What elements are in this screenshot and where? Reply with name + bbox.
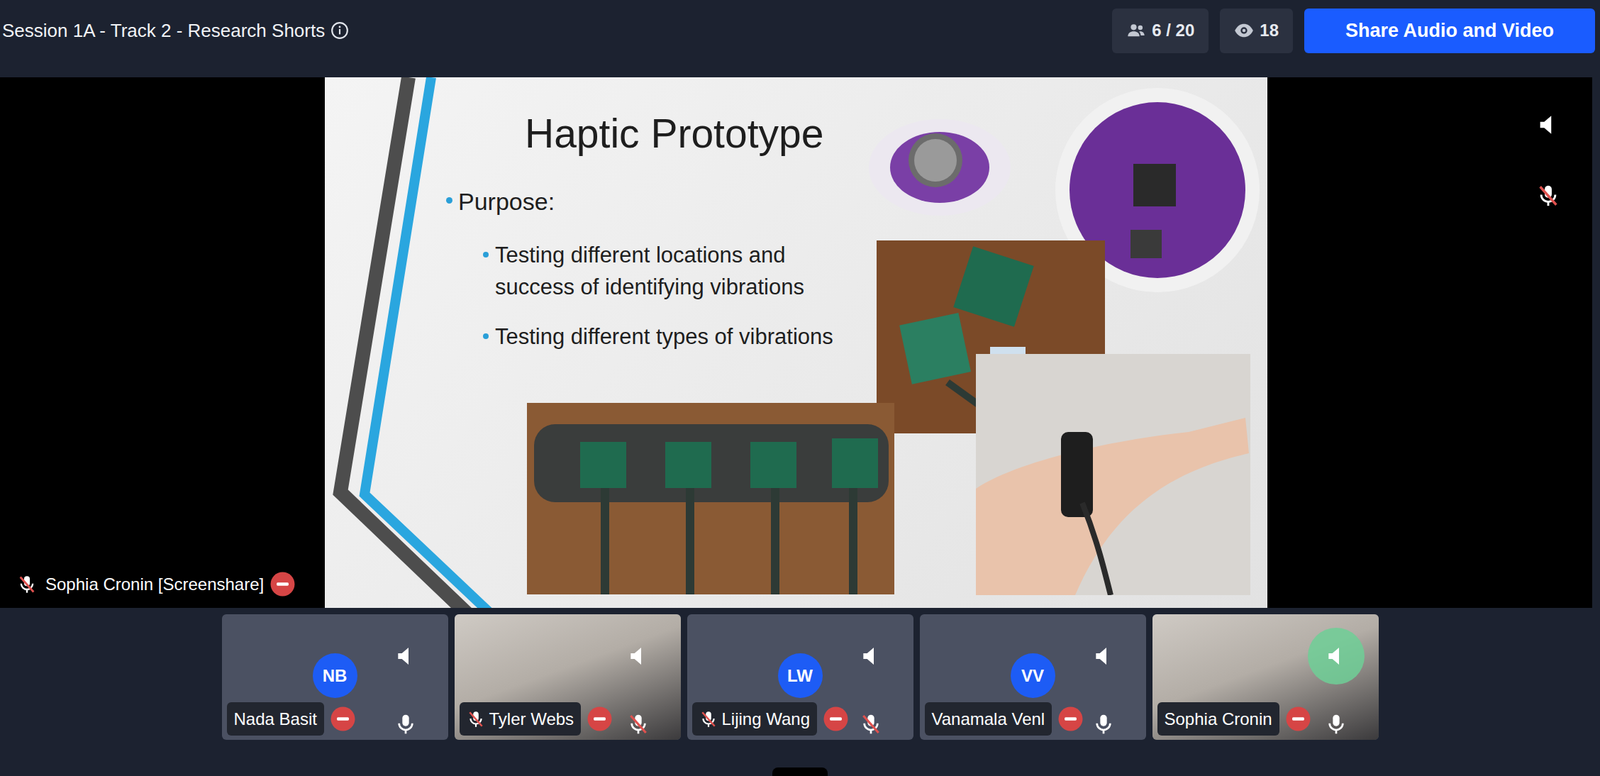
stage: Haptic Prototype Purpose: Testing differen… [0, 77, 1593, 608]
slide-bullet-list: Testing different locations and success … [482, 239, 1268, 353]
speaking-indicator [1075, 627, 1132, 685]
band-photo [526, 402, 895, 595]
name-label: Nada Basit [226, 702, 357, 736]
presenter-label: Sophia Cronin [Screenshare] [17, 570, 296, 598]
shared-slide: Haptic Prototype Purpose: Testing differen… [324, 77, 1268, 608]
strip-toggle[interactable] [772, 767, 828, 776]
mic-muted-icon [466, 709, 486, 729]
mic-muted-icon[interactable] [626, 712, 650, 736]
bullet-dot [482, 251, 489, 258]
slide-heading-text: Purpose: [458, 187, 555, 217]
name-label: Lijing Wang [692, 702, 850, 736]
mic-icon[interactable] [394, 712, 418, 736]
participant-tile[interactable]: LW Lijing Wang [687, 614, 914, 740]
info-icon[interactable] [330, 21, 349, 40]
remove-icon[interactable] [1285, 705, 1312, 732]
participant-name: Sophia Cronin [1164, 706, 1273, 732]
slide-bullet: Testing different locations and success … [482, 239, 1268, 303]
speaker-icon[interactable] [1324, 644, 1348, 668]
name-pill: Nada Basit [226, 702, 325, 736]
name-label: Sophia Cronin [1157, 702, 1312, 736]
viewer-count[interactable]: 18 [1219, 8, 1293, 54]
remove-icon[interactable] [586, 705, 613, 732]
remove-icon[interactable] [822, 705, 849, 732]
mic-muted-icon[interactable] [859, 712, 883, 736]
people-icon [1126, 20, 1147, 41]
participant-name: Lijing Wang [721, 706, 811, 732]
mic-icon[interactable] [1324, 712, 1348, 736]
name-label: Vanamala Venl [924, 702, 1085, 736]
speaking-indicator [1307, 627, 1365, 685]
motor-photo [865, 109, 1014, 220]
session-title: Session 1A - Track 2 - Research Shorts [2, 17, 325, 45]
slide-text: Haptic Prototype Purpose: Testing differen… [324, 77, 1268, 353]
bullet-dot [446, 197, 453, 204]
header-actions: 6 / 20 18 Share Audio and Video [1112, 8, 1596, 54]
avatar: VV [1010, 653, 1056, 698]
eye-icon [1234, 20, 1254, 41]
participant-strip: NB Nada Basit Tyler Webs LW Lijing Wang VV Van… [0, 614, 1600, 740]
speaking-indicator [377, 627, 435, 685]
participant-name: Tyler Webs [489, 706, 575, 732]
speaking-indicator [842, 627, 900, 685]
name-pill: Vanamala Venl [924, 702, 1053, 736]
speaker-icon[interactable] [626, 644, 650, 668]
name-pill: Tyler Webs [459, 702, 582, 736]
speaking-indicator [609, 627, 667, 685]
mic-muted-icon [17, 574, 37, 595]
title-group: Session 1A - Track 2 - Research Shorts [2, 17, 349, 45]
slide-title: Haptic Prototype [524, 109, 1268, 158]
participant-name: Nada Basit [234, 706, 318, 732]
mic-icon[interactable] [1092, 712, 1115, 736]
participant-tile[interactable]: Tyler Webs [454, 614, 681, 740]
slide-bullet-text: Testing different types of vibrations [495, 320, 850, 353]
stage-controls [1536, 112, 1561, 208]
remove-icon[interactable] [1057, 705, 1084, 732]
name-label: Tyler Webs [459, 702, 614, 736]
participant-count[interactable]: 6 / 20 [1112, 8, 1209, 54]
bullet-dot [482, 333, 489, 340]
speaker-icon[interactable] [394, 644, 418, 668]
viewer-count-text: 18 [1259, 17, 1279, 44]
share-button[interactable]: Share Audio and Video [1304, 8, 1596, 54]
remove-icon[interactable] [329, 705, 357, 732]
mic-muted-icon [699, 709, 718, 729]
slide-heading: Purpose: [446, 187, 1268, 217]
participant-count-text: 6 / 20 [1151, 17, 1195, 44]
slide-bullet: Testing different types of vibrations [482, 320, 1268, 353]
presenter-name: Sophia Cronin [Screenshare] [45, 571, 264, 598]
remove-icon[interactable] [269, 570, 296, 598]
participant-name: Vanamala Venl [931, 706, 1046, 732]
avatar: NB [312, 653, 358, 698]
participant-tile[interactable]: Sophia Cronin [1152, 614, 1379, 740]
arm-photo [975, 353, 1251, 596]
mic-muted-icon[interactable] [1536, 183, 1561, 208]
participant-tile[interactable]: VV Vanamala Venl [919, 614, 1147, 740]
speaker-icon[interactable] [1536, 112, 1561, 137]
speaker-icon[interactable] [859, 644, 883, 668]
top-bar: Session 1A - Track 2 - Research Shorts 6 … [0, 0, 1600, 61]
name-pill: Sophia Cronin [1157, 702, 1280, 736]
speaker-icon[interactable] [1092, 644, 1115, 668]
slide-bullet-text: Testing different locations and success … [495, 239, 850, 303]
participant-tile[interactable]: NB Nada Basit [221, 614, 449, 740]
name-pill: Lijing Wang [692, 702, 818, 736]
avatar: LW [778, 653, 823, 698]
